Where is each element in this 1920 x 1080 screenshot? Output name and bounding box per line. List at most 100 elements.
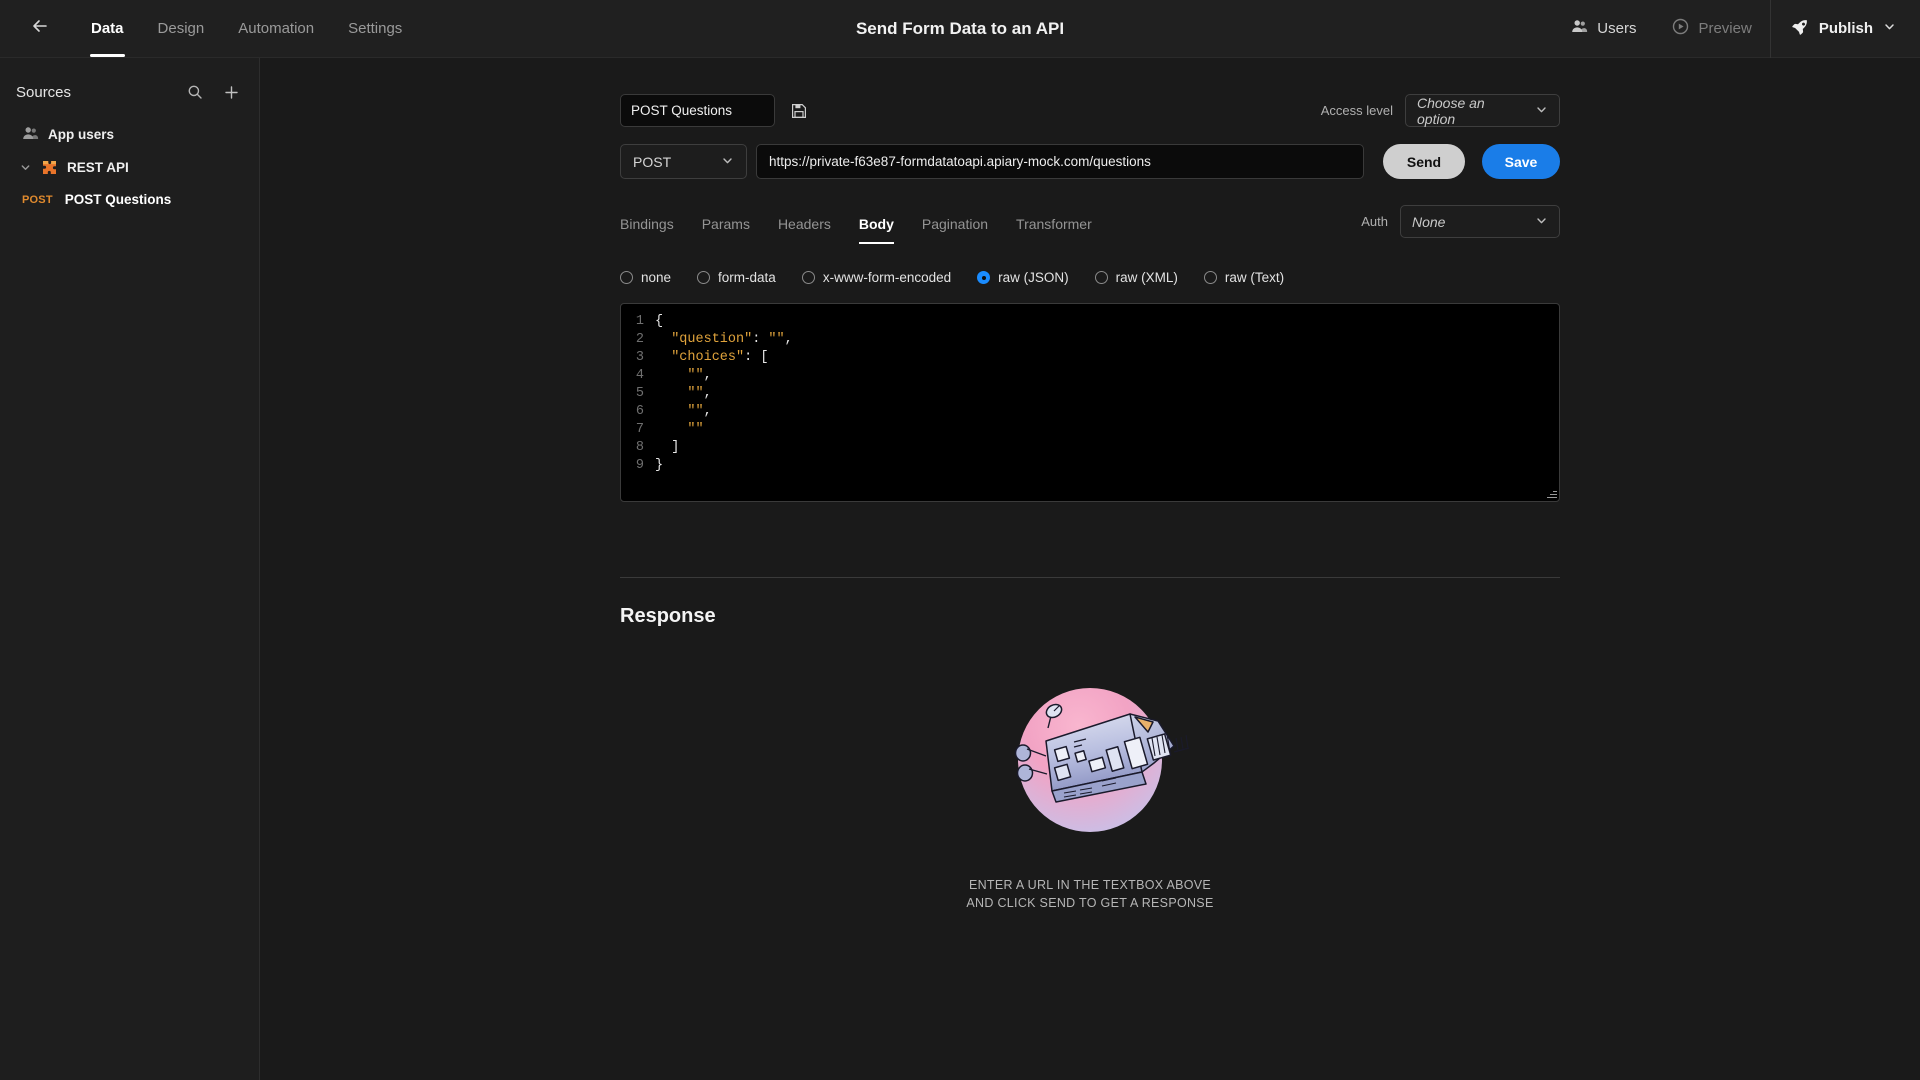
access-level-value: Choose an option bbox=[1417, 94, 1485, 127]
radio-icon[interactable] bbox=[697, 271, 711, 284]
tab-params[interactable]: Params bbox=[688, 216, 764, 244]
code-line: 7 "" bbox=[621, 421, 1559, 439]
radio-label: raw (Text) bbox=[1224, 270, 1285, 285]
nav-tab-label: Design bbox=[157, 20, 205, 37]
response-empty-state: ENTER A URL IN THE TEXTBOX ABOVE AND CLI… bbox=[620, 660, 1560, 912]
code-line: 9 } bbox=[621, 457, 1559, 475]
access-level-control: Access level Choose an option bbox=[1321, 94, 1560, 127]
floppy-save-icon[interactable] bbox=[785, 97, 813, 125]
chevron-down-icon bbox=[1519, 214, 1548, 230]
body-type-raw-text[interactable]: raw (Text) bbox=[1203, 270, 1285, 285]
nav-tab-data[interactable]: Data bbox=[74, 0, 141, 57]
code-line: 6 "", bbox=[621, 403, 1559, 421]
chevron-down-icon bbox=[1883, 20, 1896, 37]
sidebar-header: Sources bbox=[0, 66, 259, 118]
json-body-editor[interactable]: 1 { 2 "question": "", 3 "choices": [ 4 "… bbox=[620, 303, 1560, 502]
radio-icon[interactable] bbox=[1094, 271, 1108, 284]
tab-label: Transformer bbox=[1016, 216, 1092, 232]
play-circle-icon bbox=[1672, 18, 1689, 39]
auth-select[interactable]: None bbox=[1400, 205, 1560, 238]
code-line: 3 "choices": [ bbox=[621, 349, 1559, 367]
editor-resize-handle[interactable] bbox=[1546, 488, 1557, 499]
save-button[interactable]: Save bbox=[1482, 144, 1560, 179]
code-text: "", bbox=[687, 368, 712, 383]
nav-tab-label: Automation bbox=[238, 20, 315, 37]
tab-label: Bindings bbox=[620, 216, 674, 232]
tab-headers[interactable]: Headers bbox=[764, 216, 845, 244]
sidebar-item-label: REST API bbox=[67, 160, 129, 175]
code-line: 1 { bbox=[621, 313, 1559, 331]
body-type-none[interactable]: none bbox=[620, 270, 671, 285]
body-type-x-www-form-encoded[interactable]: x-www-form-encoded bbox=[801, 270, 951, 285]
chevron-down-icon[interactable] bbox=[18, 162, 32, 173]
puzzle-icon bbox=[41, 159, 58, 176]
rocket-icon bbox=[1791, 18, 1809, 40]
access-level-select[interactable]: Choose an option bbox=[1405, 94, 1560, 127]
preview-label: Preview bbox=[1698, 20, 1752, 37]
main-panel: Access level Choose an option POST bbox=[260, 58, 1920, 1080]
code-text: ] bbox=[655, 440, 680, 455]
radio-icon[interactable] bbox=[1203, 271, 1217, 284]
users-label: Users bbox=[1597, 20, 1637, 37]
body-type-form-data[interactable]: form-data bbox=[697, 270, 776, 285]
tab-bindings[interactable]: Bindings bbox=[620, 216, 688, 244]
plus-icon[interactable] bbox=[217, 78, 245, 106]
nav-tab-label: Data bbox=[91, 20, 124, 37]
space-station-illustration bbox=[990, 660, 1190, 860]
users-icon bbox=[1571, 18, 1588, 39]
body-type-raw-xml[interactable]: raw (XML) bbox=[1094, 270, 1178, 285]
url-input[interactable] bbox=[756, 144, 1364, 179]
publish-button[interactable]: Publish bbox=[1771, 0, 1920, 57]
sidebar-header-actions bbox=[181, 78, 245, 106]
nav-tab-automation[interactable]: Automation bbox=[221, 0, 331, 57]
publish-label: Publish bbox=[1818, 20, 1873, 37]
arrow-left-icon bbox=[30, 16, 50, 41]
code-text: "choices": [ bbox=[671, 350, 769, 365]
request-name-row: Access level Choose an option bbox=[620, 94, 1560, 127]
search-icon[interactable] bbox=[181, 78, 209, 106]
code-text: "" bbox=[687, 422, 704, 437]
sidebar-item-label: App users bbox=[48, 127, 115, 142]
tab-transformer[interactable]: Transformer bbox=[1002, 216, 1106, 244]
preview-button[interactable]: Preview bbox=[1654, 0, 1769, 57]
line-number: 8 bbox=[635, 440, 644, 455]
radio-label: none bbox=[641, 270, 672, 285]
top-bar: Data Design Automation Settings Send For… bbox=[0, 0, 1920, 58]
code-line: 4 "", bbox=[621, 367, 1559, 385]
top-bar-actions: Users Preview Publish bbox=[1553, 0, 1920, 58]
users-button[interactable]: Users bbox=[1553, 0, 1654, 57]
query-name-input[interactable] bbox=[620, 94, 775, 127]
code-text: "", bbox=[687, 404, 712, 419]
send-button[interactable]: Send bbox=[1383, 144, 1465, 179]
sidebar-item-post-questions[interactable]: POST POST Questions bbox=[0, 184, 259, 215]
http-verb-badge: POST bbox=[22, 193, 53, 206]
sidebar-title: Sources bbox=[16, 83, 72, 101]
http-method-value: POST bbox=[633, 153, 672, 170]
radio-label: raw (JSON) bbox=[998, 270, 1069, 285]
chevron-down-icon bbox=[1519, 103, 1548, 119]
radio-icon[interactable] bbox=[801, 271, 815, 284]
nav-tab-label: Settings bbox=[348, 20, 403, 37]
sidebar-item-label: POST Questions bbox=[64, 192, 172, 207]
tab-label: Body bbox=[858, 216, 894, 232]
line-number: 3 bbox=[635, 350, 644, 365]
sidebar-item-rest-api[interactable]: REST API bbox=[0, 151, 259, 184]
nav-tab-settings[interactable]: Settings bbox=[331, 0, 419, 57]
body-type-raw-json[interactable]: raw (JSON) bbox=[977, 270, 1069, 285]
request-editor: Access level Choose an option POST bbox=[620, 58, 1560, 912]
line-number: 1 bbox=[635, 314, 644, 329]
back-button[interactable] bbox=[20, 9, 60, 49]
sidebar-item-app-users[interactable]: App users bbox=[0, 118, 259, 151]
radio-icon[interactable] bbox=[620, 271, 633, 284]
request-tabs: Bindings Params Headers Body Pagination … bbox=[620, 216, 1106, 244]
line-number: 4 bbox=[635, 368, 644, 383]
response-heading: Response bbox=[620, 605, 716, 627]
nav-tab-design[interactable]: Design bbox=[141, 0, 222, 57]
code-line: 5 "", bbox=[621, 385, 1559, 403]
code-text: { bbox=[655, 314, 664, 329]
radio-icon-selected[interactable] bbox=[977, 271, 991, 284]
tab-body[interactable]: Body bbox=[845, 216, 908, 244]
http-method-select[interactable]: POST bbox=[620, 144, 747, 179]
tab-pagination[interactable]: Pagination bbox=[908, 216, 1002, 244]
chevron-down-icon bbox=[721, 154, 734, 170]
